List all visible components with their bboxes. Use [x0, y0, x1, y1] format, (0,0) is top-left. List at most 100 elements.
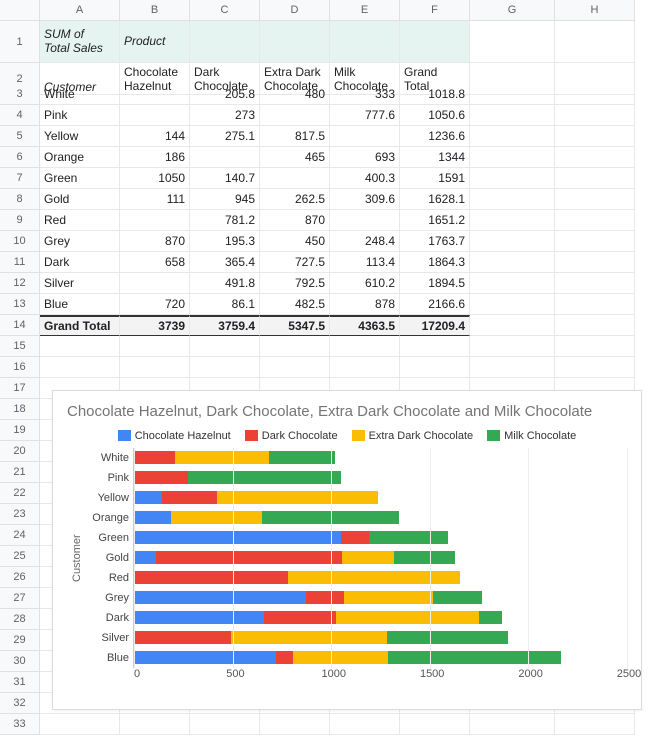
data-cell[interactable]: 781.2: [190, 210, 260, 231]
grand-total-label[interactable]: Grand Total: [40, 315, 120, 336]
cell[interactable]: [190, 357, 260, 378]
customer-cell[interactable]: Gold: [40, 189, 120, 210]
row-header[interactable]: 15: [0, 336, 40, 357]
row-header[interactable]: 10: [0, 231, 40, 252]
data-cell[interactable]: [120, 84, 190, 105]
cell[interactable]: [400, 357, 470, 378]
column-header[interactable]: F: [400, 0, 470, 21]
row-header[interactable]: 8: [0, 189, 40, 210]
column-header[interactable]: A: [40, 0, 120, 21]
customer-cell[interactable]: White: [40, 84, 120, 105]
data-cell[interactable]: 1236.6: [400, 126, 470, 147]
cell[interactable]: [555, 168, 635, 189]
pivot-values-label[interactable]: SUM ofTotal Sales: [40, 21, 120, 63]
pivot-columns-label[interactable]: Product: [120, 21, 190, 63]
column-header[interactable]: G: [470, 0, 555, 21]
data-cell[interactable]: 792.5: [260, 273, 330, 294]
cell[interactable]: [470, 252, 555, 273]
data-cell[interactable]: 491.8: [190, 273, 260, 294]
row-header[interactable]: 22: [0, 483, 40, 504]
cell[interactable]: [470, 273, 555, 294]
data-cell[interactable]: 1763.7: [400, 231, 470, 252]
row-header[interactable]: 3: [0, 84, 40, 105]
data-cell[interactable]: 450: [260, 231, 330, 252]
cell[interactable]: [470, 210, 555, 231]
grand-total-cell[interactable]: 5347.5: [260, 315, 330, 336]
data-cell[interactable]: 1344: [400, 147, 470, 168]
data-cell[interactable]: 610.2: [330, 273, 400, 294]
row-header[interactable]: 29: [0, 630, 40, 651]
data-cell[interactable]: [120, 210, 190, 231]
customer-cell[interactable]: Blue: [40, 294, 120, 315]
cell[interactable]: [470, 126, 555, 147]
column-header[interactable]: D: [260, 0, 330, 21]
cell[interactable]: [120, 714, 190, 735]
cell[interactable]: [470, 21, 555, 63]
cell[interactable]: [555, 315, 635, 336]
data-cell[interactable]: 727.5: [260, 252, 330, 273]
row-header[interactable]: 25: [0, 546, 40, 567]
cell[interactable]: [470, 231, 555, 252]
cell[interactable]: [555, 210, 635, 231]
data-cell[interactable]: [260, 105, 330, 126]
row-header[interactable]: 9: [0, 210, 40, 231]
cell[interactable]: [555, 714, 635, 735]
cell[interactable]: [555, 105, 635, 126]
cell[interactable]: [555, 231, 635, 252]
data-cell[interactable]: 248.4: [330, 231, 400, 252]
cell[interactable]: [40, 357, 120, 378]
cell[interactable]: [555, 252, 635, 273]
row-header[interactable]: 33: [0, 714, 40, 735]
customer-cell[interactable]: Green: [40, 168, 120, 189]
data-cell[interactable]: [120, 105, 190, 126]
customer-cell[interactable]: Pink: [40, 105, 120, 126]
cell[interactable]: [555, 336, 635, 357]
data-cell[interactable]: 1050: [120, 168, 190, 189]
row-header[interactable]: 24: [0, 525, 40, 546]
data-cell[interactable]: 113.4: [330, 252, 400, 273]
data-cell[interactable]: [330, 210, 400, 231]
chart-container[interactable]: Chocolate Hazelnut, Dark Chocolate, Extr…: [52, 390, 642, 710]
cell[interactable]: [470, 336, 555, 357]
data-cell[interactable]: 465: [260, 147, 330, 168]
cell[interactable]: [190, 21, 260, 63]
row-header[interactable]: 18: [0, 399, 40, 420]
customer-cell[interactable]: Dark: [40, 252, 120, 273]
customer-cell[interactable]: Orange: [40, 147, 120, 168]
data-cell[interactable]: 273: [190, 105, 260, 126]
row-header[interactable]: 12: [0, 273, 40, 294]
grand-total-cell[interactable]: 4363.5: [330, 315, 400, 336]
cell[interactable]: [555, 147, 635, 168]
data-cell[interactable]: 186: [120, 147, 190, 168]
row-header[interactable]: 6: [0, 147, 40, 168]
data-cell[interactable]: 1050.6: [400, 105, 470, 126]
row-header[interactable]: 4: [0, 105, 40, 126]
cell[interactable]: [555, 273, 635, 294]
row-header[interactable]: 23: [0, 504, 40, 525]
column-header[interactable]: C: [190, 0, 260, 21]
column-header[interactable]: E: [330, 0, 400, 21]
cell[interactable]: [555, 84, 635, 105]
row-header[interactable]: 11: [0, 252, 40, 273]
customer-cell[interactable]: Red: [40, 210, 120, 231]
data-cell[interactable]: 111: [120, 189, 190, 210]
column-header[interactable]: H: [555, 0, 635, 21]
data-cell[interactable]: 1628.1: [400, 189, 470, 210]
row-header[interactable]: 17: [0, 378, 40, 399]
cell[interactable]: [330, 357, 400, 378]
cell[interactable]: [330, 714, 400, 735]
data-cell[interactable]: 878: [330, 294, 400, 315]
data-cell[interactable]: 2166.6: [400, 294, 470, 315]
row-header[interactable]: 5: [0, 126, 40, 147]
grand-total-cell[interactable]: 17209.4: [400, 315, 470, 336]
row-header[interactable]: 13: [0, 294, 40, 315]
row-header[interactable]: 28: [0, 609, 40, 630]
data-cell[interactable]: [190, 147, 260, 168]
column-header[interactable]: B: [120, 0, 190, 21]
cell[interactable]: [470, 294, 555, 315]
row-header[interactable]: 27: [0, 588, 40, 609]
data-cell[interactable]: 86.1: [190, 294, 260, 315]
data-cell[interactable]: 262.5: [260, 189, 330, 210]
data-cell[interactable]: [120, 273, 190, 294]
data-cell[interactable]: 693: [330, 147, 400, 168]
